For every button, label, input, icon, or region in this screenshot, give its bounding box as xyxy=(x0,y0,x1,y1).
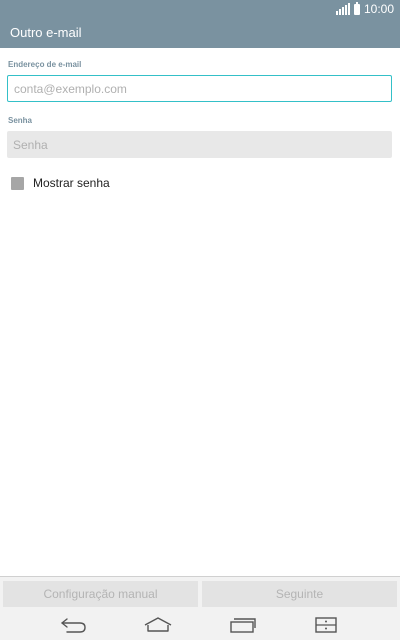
menu-button[interactable] xyxy=(296,610,356,640)
action-bar: Outro e-mail xyxy=(0,18,400,48)
status-time: 10:00 xyxy=(363,2,394,16)
page-title: Outro e-mail xyxy=(10,25,82,40)
bottom-button-bar: Configuração manual Seguinte xyxy=(0,576,400,610)
home-button[interactable] xyxy=(128,610,188,640)
home-icon xyxy=(144,617,172,632)
back-icon xyxy=(61,618,86,633)
show-password-toggle[interactable]: Mostrar senha xyxy=(11,176,110,190)
password-label: Senha xyxy=(8,116,33,125)
manual-setup-button[interactable]: Configuração manual xyxy=(3,581,198,607)
show-password-checkbox[interactable] xyxy=(11,176,24,190)
show-password-label: Mostrar senha xyxy=(33,176,110,190)
navigation-bar xyxy=(0,610,400,640)
battery-icon xyxy=(353,1,360,15)
email-label: Endereço de e-mail xyxy=(8,60,82,69)
next-button[interactable]: Seguinte xyxy=(202,581,397,607)
recent-apps-button[interactable] xyxy=(213,610,273,640)
email-input[interactable] xyxy=(7,75,392,102)
signal-icon xyxy=(335,3,350,15)
status-icons: 10:00 xyxy=(335,1,394,17)
back-button[interactable] xyxy=(44,610,104,640)
recent-apps-icon xyxy=(230,618,256,633)
password-input[interactable] xyxy=(7,131,392,158)
menu-icon xyxy=(315,617,337,633)
status-bar: 10:00 xyxy=(0,0,400,18)
